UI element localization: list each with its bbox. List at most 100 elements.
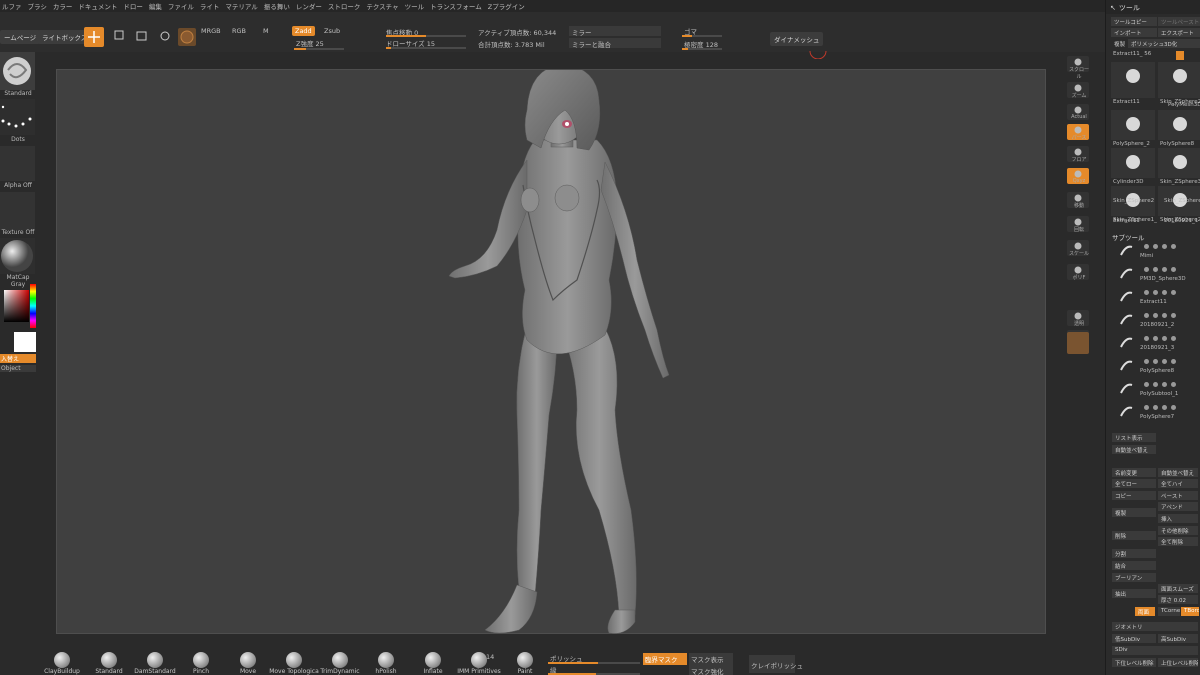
tool-thumbnail[interactable] — [1158, 148, 1200, 178]
menu-item[interactable]: テクスチャ — [366, 1, 398, 11]
menu-item[interactable]: Zプラグイン — [488, 1, 525, 11]
z-intensity-track[interactable] — [294, 48, 344, 50]
right-shelf-button[interactable]: パース — [1067, 124, 1089, 141]
polyframe-active-button[interactable] — [1067, 332, 1089, 354]
right-shelf-button[interactable]: ポリF — [1067, 264, 1089, 281]
menu-item[interactable]: カラー — [53, 1, 73, 11]
zadd-toggle[interactable]: Zadd — [292, 26, 315, 36]
import-button[interactable]: インポート — [1111, 28, 1157, 37]
menu-item[interactable]: ファイル — [168, 1, 194, 11]
tool-thumbnail[interactable] — [1111, 148, 1155, 178]
menu-item[interactable]: ストローク — [328, 1, 361, 11]
right-shelf-button[interactable]: Qxyz — [1067, 168, 1089, 184]
subtool-action-button[interactable]: 高SubDiv — [1158, 634, 1198, 643]
subtool-action-button[interactable]: 結合 — [1112, 561, 1156, 570]
material-picker[interactable] — [0, 238, 35, 274]
subtool-action-button[interactable]: ペースト — [1158, 491, 1198, 500]
show-mask-button[interactable]: マスク表示 — [689, 653, 733, 665]
right-shelf-button[interactable]: 移動 — [1067, 192, 1089, 209]
subtool-action-button[interactable]: その他削除 — [1158, 526, 1198, 535]
subtool-row[interactable]: PolySphere7 — [1110, 401, 1198, 423]
mirror-button[interactable]: ミラー — [569, 26, 661, 37]
subtool-toggles[interactable] — [1144, 335, 1198, 341]
z-intensity-slider[interactable]: Z強度 25 — [296, 38, 324, 48]
primary-color-swatch[interactable] — [0, 332, 12, 352]
menu-item[interactable]: ルファ — [2, 1, 22, 11]
subtool-action-button[interactable]: 自動並べ替え — [1112, 445, 1156, 454]
draw-size-track[interactable] — [386, 47, 466, 49]
subtool-action-button[interactable]: 複製 — [1112, 508, 1156, 517]
subtool-row[interactable]: Mimi — [1110, 240, 1198, 262]
menu-item[interactable]: トランスフォーム — [430, 1, 482, 11]
tool-count-slider[interactable] — [1176, 51, 1184, 60]
right-shelf-button[interactable]: スクロール — [1067, 56, 1089, 80]
texture-picker[interactable] — [0, 192, 35, 230]
brush-shelf-item[interactable]: Move — [226, 652, 270, 675]
subtool-action-button[interactable]: 全てロー — [1112, 479, 1156, 488]
brush-picker[interactable] — [0, 52, 35, 90]
subtool-action-button[interactable]: アペンド — [1158, 502, 1198, 511]
menu-item[interactable]: レンダー — [296, 1, 322, 11]
dynamesh-button[interactable]: ダイナメッシュ — [770, 32, 824, 46]
brush-shelf-item[interactable]: Paint — [503, 652, 547, 675]
subtool-action-button[interactable]: 上位レベル削除 — [1158, 658, 1198, 667]
collapse-icon[interactable]: ↖ — [1110, 4, 1116, 12]
menu-item[interactable]: ツール — [405, 1, 425, 11]
subtool-row[interactable]: PM3D_Sphere3D — [1110, 263, 1198, 285]
subtool-row[interactable]: 20180921_2 — [1110, 309, 1198, 331]
subtool-action-button[interactable]: 名前変更 — [1112, 468, 1156, 477]
tool-thumbnail[interactable] — [1111, 62, 1155, 98]
right-shelf-button[interactable]: Actual — [1067, 104, 1089, 120]
right-shelf-button[interactable]: スケール — [1067, 240, 1089, 257]
menu-item[interactable]: ドキュメント — [78, 1, 117, 11]
tool-copy-button[interactable]: ツールコピー — [1111, 17, 1157, 26]
home-page-button[interactable]: ームページ — [0, 30, 41, 44]
clone-button[interactable]: 複製 — [1111, 39, 1126, 48]
subtool-action-button[interactable]: 低SubDiv — [1112, 634, 1156, 643]
document-canvas[interactable] — [56, 63, 1046, 634]
rotate-mode-button[interactable] — [158, 28, 172, 44]
subtool-action-button[interactable]: 厚さ 0.02 — [1158, 595, 1198, 604]
m-toggle[interactable]: M — [263, 27, 269, 35]
subtool-row[interactable]: Extract11 — [1110, 286, 1198, 308]
tool-thumbnail[interactable] — [1158, 110, 1200, 140]
secondary-color-swatch[interactable] — [14, 332, 36, 352]
material-swatch-button[interactable] — [178, 28, 196, 46]
menu-item[interactable]: 編集 — [149, 1, 162, 11]
subtool-toggles[interactable] — [1144, 381, 1198, 387]
subtool-toggles[interactable] — [1144, 243, 1198, 249]
subtool-toggles[interactable] — [1144, 266, 1198, 272]
polish-slider[interactable] — [548, 662, 640, 664]
menu-item[interactable]: ドロー — [123, 1, 143, 11]
tool-thumbnail[interactable] — [1111, 110, 1155, 140]
brush-shelf-item[interactable]: TrimDynamic — [318, 652, 362, 675]
brush-shelf-item[interactable]: Pinch — [179, 652, 223, 675]
subtool-action-button[interactable]: 自動並べ替え — [1158, 468, 1198, 477]
brush-shelf-item[interactable]: Standard — [87, 652, 131, 675]
subtool-action-button[interactable]: リスト表示 — [1112, 433, 1156, 442]
subtool-action-button[interactable]: TBorder — [1181, 607, 1199, 616]
right-shelf-button[interactable]: ズーム — [1067, 82, 1089, 99]
swap-color-button[interactable]: 入替え — [0, 354, 36, 363]
object-button[interactable]: Object — [0, 365, 36, 372]
subtool-action-button[interactable]: 削除 — [1112, 531, 1156, 540]
subtool-toggles[interactable] — [1144, 289, 1198, 295]
tool-thumbnail[interactable] — [1158, 62, 1200, 98]
right-shelf-button[interactable]: フロア — [1067, 146, 1089, 163]
zsub-toggle[interactable]: Zsub — [324, 27, 340, 35]
subtool-action-button[interactable]: ジオメトリ — [1112, 622, 1198, 631]
subtool-action-button[interactable]: 挿入 — [1158, 514, 1198, 523]
menu-item[interactable]: マテリアル — [225, 1, 257, 11]
color-picker[interactable] — [0, 284, 36, 328]
subtool-row[interactable]: 20180921_3 — [1110, 332, 1198, 354]
mask-peaks-button[interactable]: 臨界マスク — [643, 653, 687, 665]
draw-mode-button[interactable] — [112, 28, 126, 44]
rgb-toggle[interactable]: RGB — [232, 27, 246, 35]
menu-item[interactable]: 振る舞い — [264, 1, 290, 11]
brush-shelf-item[interactable]: Move Topologica — [269, 652, 319, 675]
stroke-picker[interactable] — [0, 99, 35, 135]
scale-mode-button[interactable] — [135, 28, 149, 44]
export-button[interactable]: エクスポート — [1158, 28, 1200, 37]
tool-paste-button[interactable]: ツールペースト — [1158, 17, 1200, 26]
subtool-toggles[interactable] — [1144, 312, 1198, 318]
